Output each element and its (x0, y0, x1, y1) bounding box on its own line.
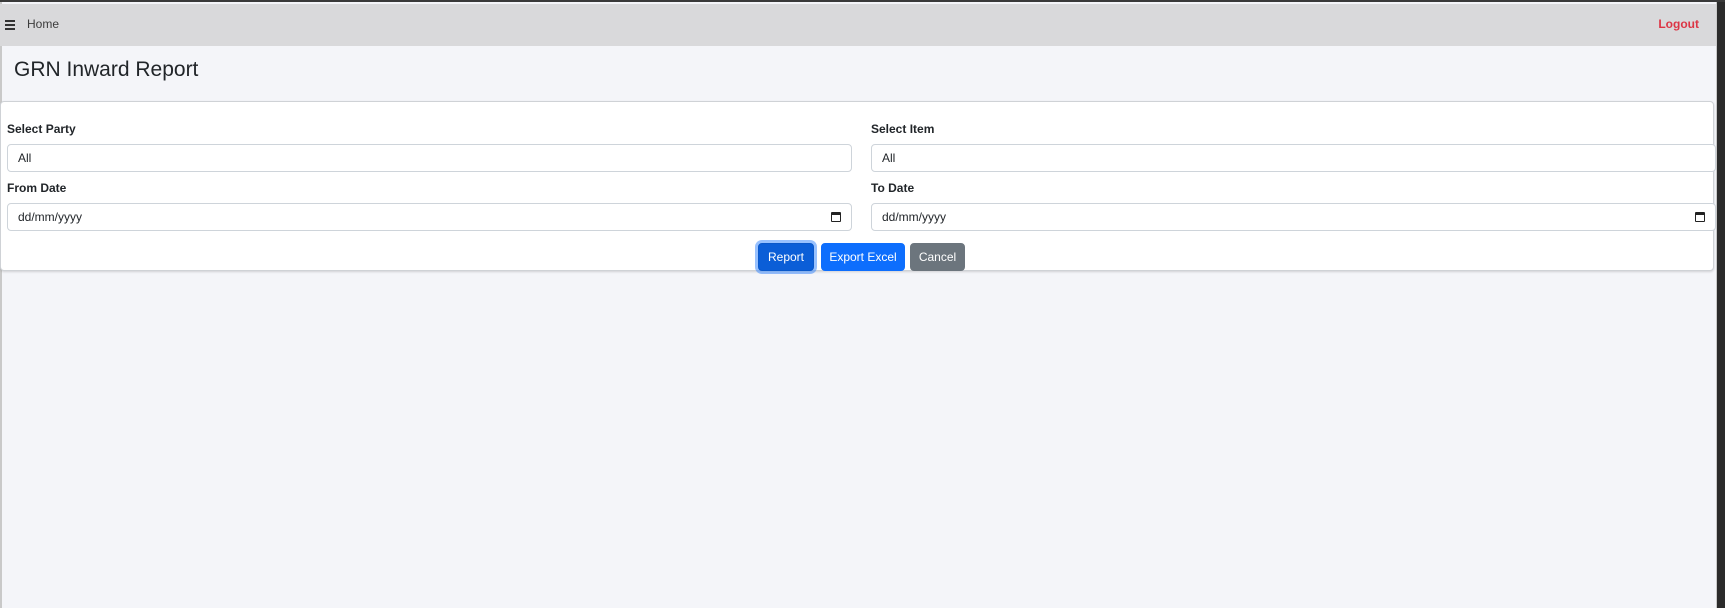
from-date-placeholder: dd/mm/yyyy (18, 210, 83, 224)
select-item-label: Select Item (871, 122, 935, 136)
window-right-border (1716, 2, 1725, 608)
page-title: GRN Inward Report (14, 58, 199, 81)
to-date-placeholder: dd/mm/yyyy (882, 210, 947, 224)
select-party-dropdown[interactable]: All (7, 144, 852, 172)
to-date-input[interactable]: dd/mm/yyyy (871, 203, 1716, 231)
calendar-icon[interactable] (831, 212, 841, 222)
from-date-label: From Date (7, 181, 67, 195)
cancel-button[interactable]: Cancel (910, 243, 965, 271)
logout-link[interactable]: Logout (1658, 17, 1699, 31)
app-window: Home Logout GRN Inward Report Select Par… (0, 0, 1725, 608)
top-navbar: Home Logout (0, 4, 1717, 46)
export-excel-button[interactable]: Export Excel (821, 243, 905, 271)
report-filter-card: Select Party All Select Item All From Da… (0, 101, 1716, 271)
window-left-border (0, 2, 2, 608)
hamburger-menu-icon[interactable] (5, 20, 15, 30)
select-party-label: Select Party (7, 122, 76, 136)
from-date-input[interactable]: dd/mm/yyyy (7, 203, 852, 231)
select-item-dropdown[interactable]: All (871, 144, 1716, 172)
select-party-value: All (18, 151, 32, 165)
calendar-icon[interactable] (1695, 212, 1705, 222)
home-link[interactable]: Home (27, 17, 59, 31)
report-button[interactable]: Report (758, 243, 814, 271)
select-item-value: All (882, 151, 896, 165)
to-date-label: To Date (871, 181, 915, 195)
